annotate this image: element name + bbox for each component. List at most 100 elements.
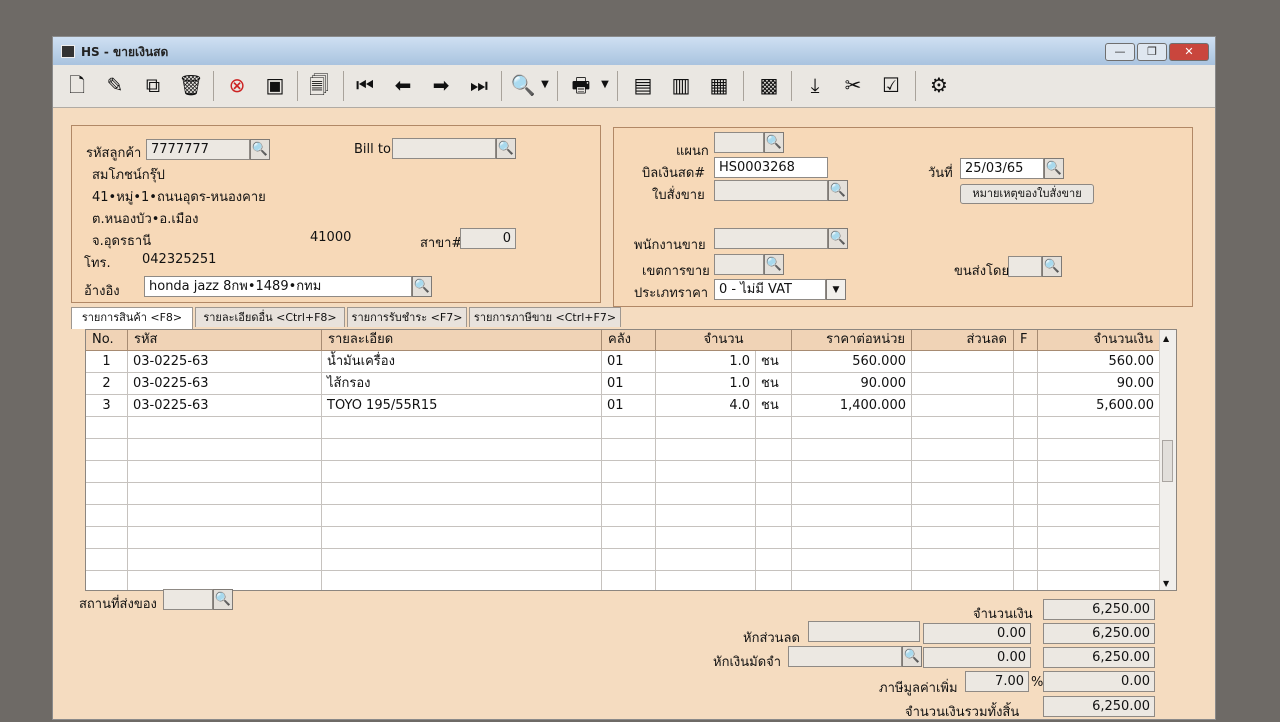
table-cell[interactable]: 01: [602, 351, 656, 373]
report1-icon[interactable]: ▤: [629, 71, 657, 99]
sales-area-field[interactable]: [714, 254, 764, 275]
empty-cell[interactable]: [128, 439, 322, 461]
empty-cell[interactable]: [602, 417, 656, 439]
empty-cell[interactable]: [912, 549, 1014, 571]
report2-icon[interactable]: ▥: [667, 71, 695, 99]
delete-icon[interactable]: 🗑: [177, 71, 205, 99]
empty-cell[interactable]: [86, 461, 128, 483]
empty-cell[interactable]: [792, 571, 912, 590]
scroll-up-icon[interactable]: ▲: [1163, 334, 1169, 343]
empty-cell[interactable]: [602, 439, 656, 461]
table-cell[interactable]: ไส้กรอง: [322, 373, 602, 395]
empty-cell[interactable]: [1038, 549, 1160, 571]
empty-cell[interactable]: [792, 439, 912, 461]
empty-cell[interactable]: [128, 549, 322, 571]
table-cell[interactable]: 03-0225-63: [128, 373, 322, 395]
empty-cell[interactable]: [656, 461, 756, 483]
empty-cell[interactable]: [1014, 417, 1038, 439]
empty-cell[interactable]: [322, 483, 602, 505]
column-header[interactable]: No.: [86, 330, 128, 351]
empty-cell[interactable]: [1014, 505, 1038, 527]
table-cell[interactable]: 90.00: [1038, 373, 1160, 395]
empty-cell[interactable]: [128, 417, 322, 439]
empty-cell[interactable]: [1014, 527, 1038, 549]
vertical-scrollbar[interactable]: ▲ ▼: [1159, 330, 1176, 590]
billto-lookup-icon[interactable]: 🔍: [496, 138, 516, 159]
customer-lookup-icon[interactable]: 🔍: [250, 139, 270, 160]
empty-cell[interactable]: [1014, 439, 1038, 461]
tab-details[interactable]: รายละเอียดอื่น <Ctrl+F8>: [195, 307, 345, 327]
billto-field[interactable]: [392, 138, 496, 159]
table-cell[interactable]: [1014, 351, 1038, 373]
empty-cell[interactable]: [792, 461, 912, 483]
edit-icon[interactable]: ✎: [101, 71, 129, 99]
last-icon[interactable]: ⏭: [465, 71, 493, 99]
empty-cell[interactable]: [86, 417, 128, 439]
empty-cell[interactable]: [1038, 417, 1160, 439]
empty-cell[interactable]: [792, 527, 912, 549]
deposit-text-field[interactable]: [788, 646, 902, 667]
empty-cell[interactable]: [1014, 483, 1038, 505]
approve-icon[interactable]: ☑: [877, 71, 905, 99]
printer-icon[interactable]: 🖶: [567, 71, 595, 99]
branch-field[interactable]: 0: [460, 228, 516, 249]
empty-cell[interactable]: [322, 461, 602, 483]
minimize-button[interactable]: —: [1105, 43, 1135, 61]
empty-cell[interactable]: [656, 571, 756, 590]
discount-amount-field[interactable]: 0.00: [923, 623, 1031, 644]
department-lookup-icon[interactable]: 🔍: [764, 132, 784, 153]
column-header[interactable]: รายละเอียด: [322, 330, 602, 351]
empty-cell[interactable]: [756, 505, 792, 527]
empty-cell[interactable]: [912, 461, 1014, 483]
tool-icon[interactable]: ✂: [839, 71, 867, 99]
empty-cell[interactable]: [128, 571, 322, 590]
empty-cell[interactable]: [756, 549, 792, 571]
calc-icon[interactable]: ▩: [755, 71, 783, 99]
table-cell[interactable]: [912, 395, 1014, 417]
table-cell[interactable]: ชน: [756, 351, 792, 373]
empty-cell[interactable]: [1038, 461, 1160, 483]
table-cell[interactable]: 1,400.000: [792, 395, 912, 417]
save-icon[interactable]: ▣: [261, 71, 289, 99]
empty-cell[interactable]: [86, 527, 128, 549]
column-header[interactable]: รหัส: [128, 330, 322, 351]
empty-cell[interactable]: [1038, 571, 1160, 590]
tab-sales-tax[interactable]: รายการภาษีขาย <Ctrl+F7>: [469, 307, 621, 327]
empty-cell[interactable]: [912, 505, 1014, 527]
empty-cell[interactable]: [656, 439, 756, 461]
empty-cell[interactable]: [792, 483, 912, 505]
chevron-down-icon[interactable]: ▼: [826, 279, 846, 300]
settings-icon[interactable]: ⚙: [925, 71, 953, 99]
table-cell[interactable]: 1.0: [656, 351, 756, 373]
table-cell[interactable]: 03-0225-63: [128, 351, 322, 373]
empty-cell[interactable]: [128, 527, 322, 549]
empty-cell[interactable]: [656, 549, 756, 571]
date-picker-icon[interactable]: 🔍: [1044, 158, 1064, 179]
empty-cell[interactable]: [86, 439, 128, 461]
empty-cell[interactable]: [322, 439, 602, 461]
empty-cell[interactable]: [128, 483, 322, 505]
empty-cell[interactable]: [656, 527, 756, 549]
empty-cell[interactable]: [322, 549, 602, 571]
empty-cell[interactable]: [656, 483, 756, 505]
empty-cell[interactable]: [1038, 483, 1160, 505]
table-cell[interactable]: ชน: [756, 395, 792, 417]
first-icon[interactable]: ⏮: [351, 71, 379, 99]
empty-cell[interactable]: [86, 571, 128, 590]
empty-cell[interactable]: [912, 527, 1014, 549]
column-header[interactable]: ราคาต่อหน่วย: [792, 330, 912, 351]
tab-payments[interactable]: รายการรับชำระ <F7>: [347, 307, 467, 327]
sales-order-field[interactable]: [714, 180, 828, 201]
empty-cell[interactable]: [792, 505, 912, 527]
empty-cell[interactable]: [1038, 505, 1160, 527]
print-doc-icon[interactable]: 🗐: [305, 71, 333, 99]
bill-number-field[interactable]: HS0003268: [714, 157, 828, 178]
deposit-amount-field[interactable]: 0.00: [923, 647, 1031, 668]
column-header[interactable]: ส่วนลด: [912, 330, 1014, 351]
empty-cell[interactable]: [792, 549, 912, 571]
import-icon[interactable]: ⤓: [801, 71, 829, 99]
department-field[interactable]: [714, 132, 764, 153]
empty-cell[interactable]: [128, 461, 322, 483]
table-cell[interactable]: 560.00: [1038, 351, 1160, 373]
table-cell[interactable]: [1014, 373, 1038, 395]
